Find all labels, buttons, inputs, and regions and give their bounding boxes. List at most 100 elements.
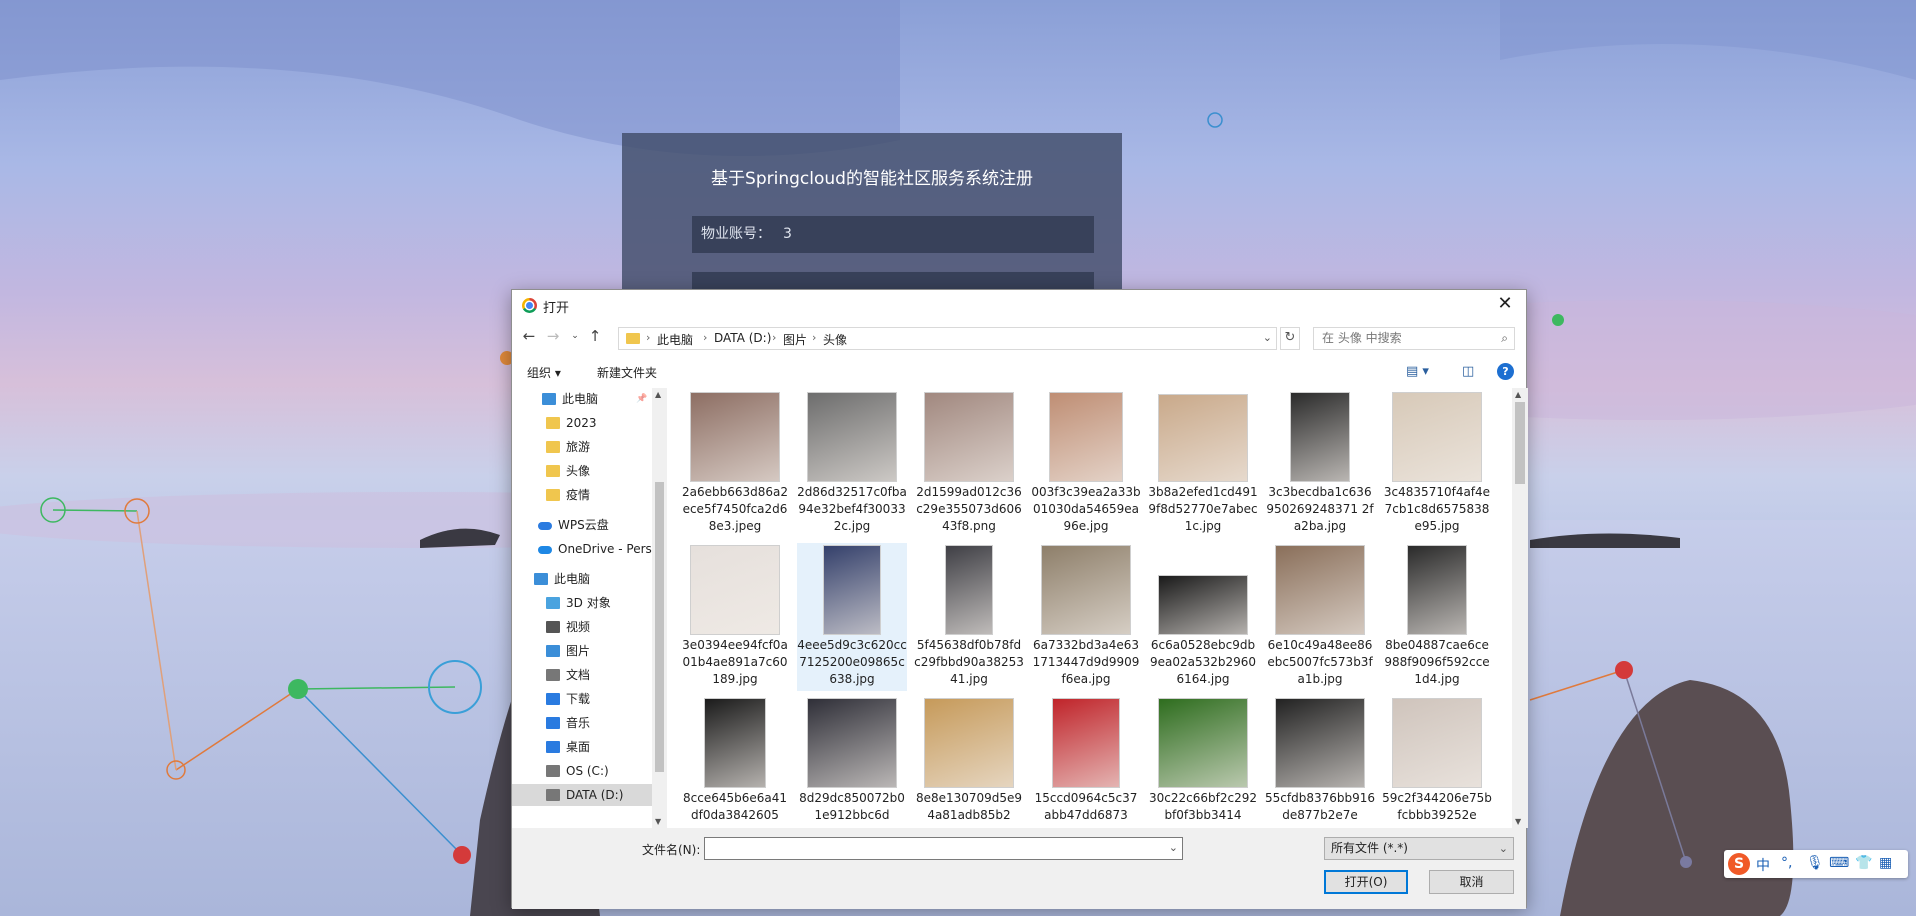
- file-name: 2d86d32517c0fba94e32bef4f300332c.jpg: [797, 485, 907, 533]
- file-item[interactable]: 2a6ebb663d86a2ece5f7450fca2d68e3.jpeg: [680, 390, 790, 538]
- file-name: 003f3c39ea2a33b01030da54659ea96e.jpg: [1031, 485, 1141, 533]
- file-item[interactable]: 55cfdb8376bb916de877b2e7e: [1265, 696, 1375, 828]
- sogou-logo[interactable]: S: [1728, 853, 1750, 875]
- file-item[interactable]: 15ccd0964c5c37abb47dd6873: [1031, 696, 1141, 828]
- cancel-button[interactable]: 取消: [1429, 870, 1514, 894]
- back-arrow-icon[interactable]: ←: [520, 327, 538, 345]
- folder-icon: [626, 333, 640, 344]
- file-item[interactable]: 3e0394ee94fcf0a01b4ae891a7c60189.jpg: [680, 543, 790, 691]
- file-item[interactable]: 8cce645b6e6a41df0da3842605: [680, 696, 790, 828]
- file-item[interactable]: 30c22c66bf2c292bf0f3bb3414: [1148, 696, 1258, 828]
- file-item[interactable]: 3b8a2efed1cd4919f8d52770e7abec1c.jpg: [1148, 390, 1258, 538]
- command-bar: 组织 ▾ 新建文件夹 ▤ ▾ ◫ ?: [512, 357, 1526, 387]
- nav-item-label: 疫情: [566, 488, 591, 502]
- toolbox-icon[interactable]: ▦: [1879, 855, 1892, 871]
- nav-item[interactable]: 视频: [512, 616, 652, 638]
- filename-input[interactable]: ⌄: [704, 837, 1183, 860]
- file-list-scrollbar[interactable]: ▲ ▼: [1512, 388, 1528, 828]
- punctuation-icon[interactable]: °,: [1781, 855, 1792, 871]
- navigation-scrollbar[interactable]: ▲ ▼: [652, 388, 667, 828]
- nav-item-label: 2023: [566, 416, 597, 430]
- file-list: 2a6ebb663d86a2ece5f7450fca2d68e3.jpeg 2d8…: [672, 388, 1512, 828]
- folder-icon: [546, 417, 560, 429]
- file-item[interactable]: 2d1599ad012c36c29e355073d60643f8.png: [914, 390, 1024, 538]
- open-button[interactable]: 打开(O): [1324, 870, 1408, 894]
- breadcrumb-drive[interactable]: DATA (D:): [714, 331, 771, 345]
- image-thumbnail: [690, 545, 780, 635]
- file-name: 6c6a0528ebc9db9ea02a532b29606164.jpg: [1149, 638, 1257, 686]
- file-item[interactable]: 4eee5d9c3c620cc7125200e09865c638.jpg: [797, 543, 907, 691]
- new-folder-button[interactable]: 新建文件夹: [597, 364, 657, 381]
- nav-item[interactable]: DATA (D:): [512, 784, 652, 806]
- scroll-thumb[interactable]: [655, 482, 664, 772]
- nav-item[interactable]: WPS云盘: [512, 514, 652, 536]
- scroll-up-icon[interactable]: ▲: [655, 390, 661, 399]
- password-field[interactable]: [692, 272, 1094, 290]
- refresh-button[interactable]: ↻: [1280, 327, 1300, 350]
- file-item[interactable]: 8be04887cae6ce988f9096f592cce1d4.jpg: [1382, 543, 1492, 691]
- view-options-icon[interactable]: ▤ ▾: [1406, 364, 1429, 379]
- filetype-select[interactable]: 所有文件 (*.*) ⌄: [1324, 837, 1514, 860]
- forward-arrow-icon[interactable]: →: [544, 327, 562, 345]
- close-button[interactable]: ✕: [1494, 293, 1516, 314]
- address-bar[interactable]: › 此电脑 › DATA (D:) › 图片 › 头像 ⌄: [618, 327, 1277, 350]
- nav-item[interactable]: 3D 对象: [512, 592, 652, 614]
- file-name: 3c3becdba1c636950269248371 2fa2ba.jpg: [1266, 485, 1374, 533]
- account-label: 物业账号：: [701, 226, 771, 242]
- nav-item[interactable]: 此电脑: [512, 568, 652, 590]
- nav-item[interactable]: 疫情: [512, 484, 652, 506]
- skin-icon[interactable]: 👕: [1855, 855, 1872, 871]
- dialog-title: 打开: [543, 301, 570, 316]
- nav-item-label: DATA (D:): [566, 788, 624, 802]
- monitor-icon: [542, 393, 556, 405]
- file-item[interactable]: 59c2f344206e75bfcbbb39252e: [1382, 696, 1492, 828]
- help-icon[interactable]: ?: [1497, 363, 1514, 380]
- chevron-down-icon[interactable]: ⌄: [1169, 841, 1178, 854]
- music-icon: [546, 717, 560, 729]
- scroll-down-icon[interactable]: ▼: [1515, 817, 1521, 826]
- image-thumbnail: [1392, 392, 1482, 482]
- nav-item-label: 此电脑: [562, 392, 599, 406]
- nav-item[interactable]: 下载: [512, 688, 652, 710]
- breadcrumb-avatars[interactable]: 头像: [823, 331, 847, 348]
- nav-item[interactable]: 此电脑 📌: [512, 388, 652, 410]
- file-item[interactable]: 6a7332bd3a4e631713447d9d9909f6ea.jpg: [1031, 543, 1141, 691]
- organize-menu[interactable]: 组织 ▾: [527, 364, 561, 381]
- nav-item[interactable]: OneDrive - Perso: [512, 538, 652, 560]
- nav-item[interactable]: 2023: [512, 412, 652, 434]
- nav-item[interactable]: OS (C:): [512, 760, 652, 782]
- microphone-icon[interactable]: 🎙: [1806, 855, 1824, 871]
- preview-pane-icon[interactable]: ◫: [1462, 364, 1474, 379]
- nav-item[interactable]: 头像: [512, 460, 652, 482]
- search-input[interactable]: 在 头像 中搜索 ⌕: [1313, 327, 1515, 350]
- file-item[interactable]: 6c6a0528ebc9db9ea02a532b29606164.jpg: [1148, 543, 1258, 691]
- breadcrumb-this-pc[interactable]: 此电脑: [657, 331, 693, 348]
- file-name: 6e10c49a48ee86ebc5007fc573b3fa1b.jpg: [1267, 638, 1373, 686]
- scroll-up-icon[interactable]: ▲: [1515, 390, 1521, 399]
- file-item[interactable]: 8e8e130709d5e94a81adb85b2: [914, 696, 1024, 828]
- file-name: 59c2f344206e75bfcbbb39252e: [1382, 791, 1492, 822]
- file-item[interactable]: 5f45638df0b78fdc29fbbd90a3825341.jpg: [914, 543, 1024, 691]
- up-arrow-icon[interactable]: ↑: [586, 327, 604, 345]
- file-name: 8be04887cae6ce988f9096f592cce1d4.jpg: [1384, 638, 1490, 686]
- keyboard-icon[interactable]: ⌨: [1829, 855, 1849, 871]
- nav-item[interactable]: 音乐: [512, 712, 652, 734]
- file-item[interactable]: 3c3becdba1c636950269248371 2fa2ba.jpg: [1265, 390, 1375, 538]
- nav-item[interactable]: 桌面: [512, 736, 652, 758]
- scroll-thumb[interactable]: [1515, 402, 1525, 484]
- breadcrumb-pictures[interactable]: 图片: [783, 331, 807, 348]
- ime-mode-toggle[interactable]: 中: [1756, 855, 1770, 875]
- file-item[interactable]: 3c4835710f4af4e7cb1c8d6575838e95.jpg: [1382, 390, 1492, 538]
- recent-dropdown-icon[interactable]: ⌄: [566, 331, 584, 341]
- file-item[interactable]: 003f3c39ea2a33b01030da54659ea96e.jpg: [1031, 390, 1141, 538]
- scroll-down-icon[interactable]: ▼: [655, 817, 661, 826]
- file-item[interactable]: 2d86d32517c0fba94e32bef4f300332c.jpg: [797, 390, 907, 538]
- nav-item[interactable]: 文档: [512, 664, 652, 686]
- file-item[interactable]: 6e10c49a48ee86ebc5007fc573b3fa1b.jpg: [1265, 543, 1375, 691]
- nav-item[interactable]: 图片: [512, 640, 652, 662]
- file-item[interactable]: 8d29dc850072b01e912bbc6d: [797, 696, 907, 828]
- nav-item[interactable]: 旅游: [512, 436, 652, 458]
- ime-toolbar: S 中 °, 🎙 ⌨ 👕 ▦: [1724, 850, 1908, 878]
- chevron-down-icon[interactable]: ⌄: [1263, 331, 1272, 344]
- account-field[interactable]: 物业账号： 3: [692, 216, 1094, 253]
